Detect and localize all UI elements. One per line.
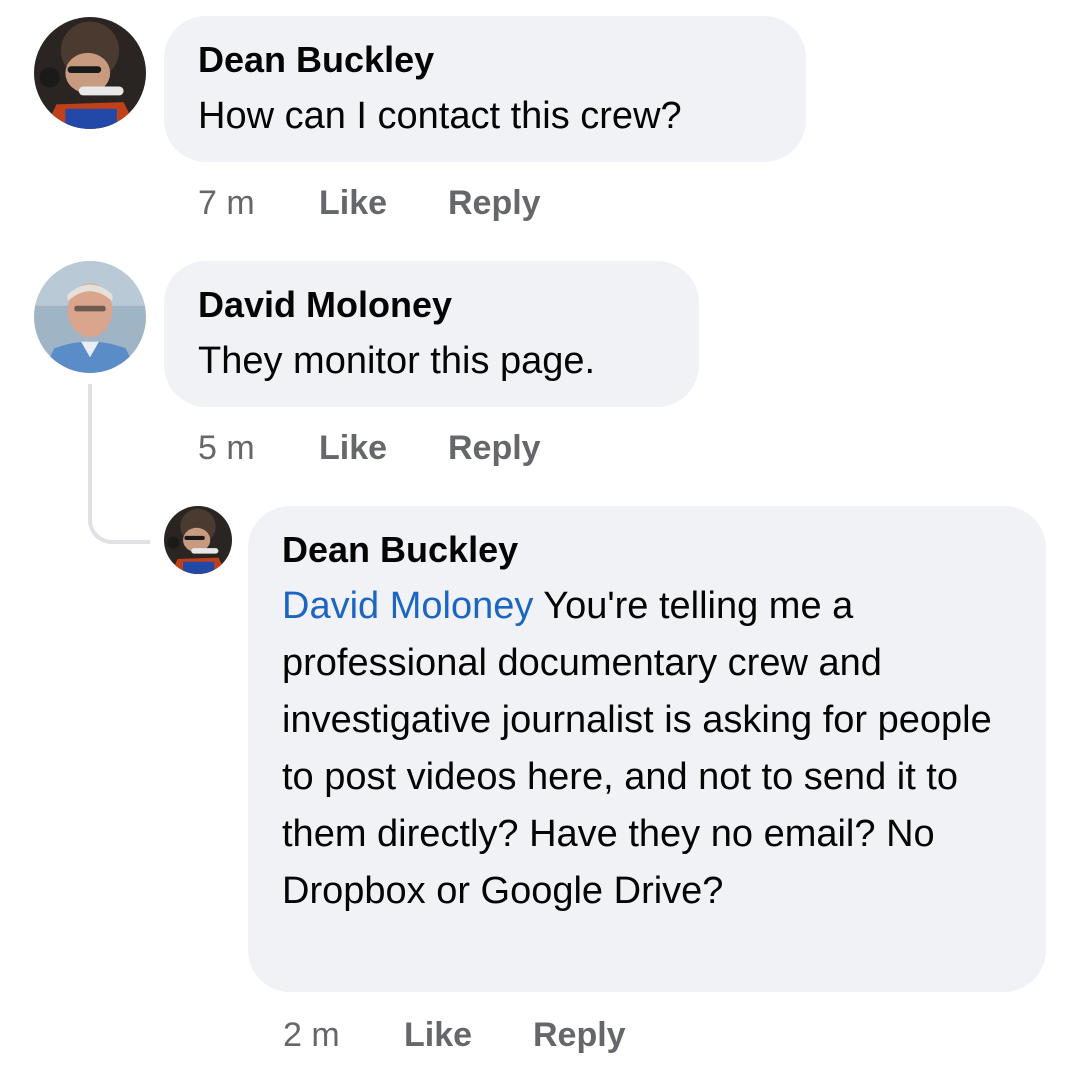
like-button[interactable]: Like	[319, 429, 387, 467]
reply-button[interactable]: Reply	[448, 184, 541, 222]
comment-body: You're telling me a professional documen…	[282, 585, 992, 912]
comment-text: How can I contact this crew?	[198, 95, 682, 137]
reply-thread-line	[88, 384, 150, 544]
reply-button-row: Reply	[448, 428, 541, 468]
comment-meta: 7 m	[198, 183, 255, 223]
reply-button[interactable]: Reply	[448, 429, 541, 467]
reply-button-row: Reply	[533, 1015, 626, 1055]
avatar-photo-icon	[34, 261, 146, 373]
comment-bubble[interactable]: David Moloney They monitor this page.	[164, 261, 699, 407]
comment-meta: 5 m	[198, 428, 255, 468]
like-button-row: Like	[404, 1015, 472, 1055]
comment-text: They monitor this page.	[198, 340, 596, 382]
reply-button[interactable]: Reply	[533, 1016, 626, 1054]
like-button[interactable]: Like	[319, 184, 387, 222]
like-button[interactable]: Like	[404, 1016, 472, 1054]
avatar-dean-buckley[interactable]	[164, 506, 232, 574]
avatar-dean-buckley[interactable]	[34, 17, 146, 129]
comment-bubble[interactable]: Dean Buckley David Moloney You're tellin…	[248, 506, 1046, 992]
comment-text: David Moloney You're telling me a profes…	[282, 578, 1012, 920]
mention-link[interactable]: David Moloney	[282, 585, 533, 627]
comment-timestamp[interactable]: 2 m	[283, 1016, 340, 1054]
reply-button-row: Reply	[448, 183, 541, 223]
avatar-photo-icon	[164, 506, 232, 574]
avatar-photo-icon	[34, 17, 146, 129]
avatar-david-moloney[interactable]	[34, 261, 146, 373]
comment-meta: 2 m	[283, 1015, 340, 1055]
comment-author[interactable]: David Moloney	[198, 283, 452, 327]
comment-timestamp[interactable]: 5 m	[198, 429, 255, 467]
like-button-row: Like	[319, 428, 387, 468]
comment-bubble[interactable]: Dean Buckley How can I contact this crew…	[164, 16, 806, 162]
comment-timestamp[interactable]: 7 m	[198, 184, 255, 222]
like-button-row: Like	[319, 183, 387, 223]
comment-author[interactable]: Dean Buckley	[198, 38, 434, 82]
comment-author[interactable]: Dean Buckley	[282, 528, 518, 572]
